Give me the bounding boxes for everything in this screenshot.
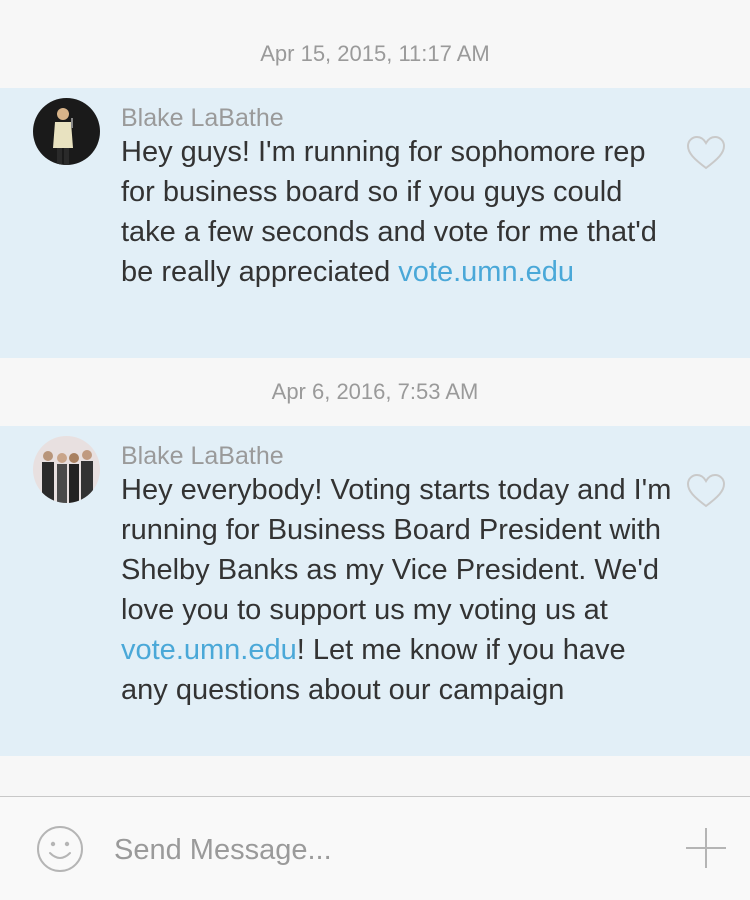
sender-name: Blake LaBathe bbox=[121, 442, 284, 470]
message-timestamp: Apr 15, 2015, 11:17 AM bbox=[260, 41, 490, 66]
message-link[interactable]: vote.umn.edu bbox=[398, 256, 574, 288]
message-text: Hey guys! I'm running for sophomore rep … bbox=[121, 136, 657, 288]
heart-outline-icon[interactable] bbox=[686, 135, 726, 171]
message-item[interactable]: Blake LaBathe Hey guys! I'm running for … bbox=[0, 88, 750, 358]
message-timestamp: Apr 6, 2016, 7:53 AM bbox=[271, 379, 479, 404]
message-link[interactable]: vote.umn.edu bbox=[121, 634, 297, 666]
avatar[interactable] bbox=[33, 98, 100, 165]
plus-icon[interactable] bbox=[684, 826, 728, 870]
heart-outline-icon[interactable] bbox=[686, 473, 726, 509]
message-item[interactable]: Blake LaBathe Hey everybody! Voting star… bbox=[0, 426, 750, 756]
sender-name: Blake LaBathe bbox=[121, 104, 284, 132]
message-input[interactable] bbox=[112, 829, 656, 871]
avatar[interactable] bbox=[33, 436, 100, 503]
smiley-icon[interactable] bbox=[36, 825, 84, 873]
message-text: Hey everybody! Voting starts today and I… bbox=[121, 474, 672, 706]
message-composer bbox=[0, 796, 750, 900]
